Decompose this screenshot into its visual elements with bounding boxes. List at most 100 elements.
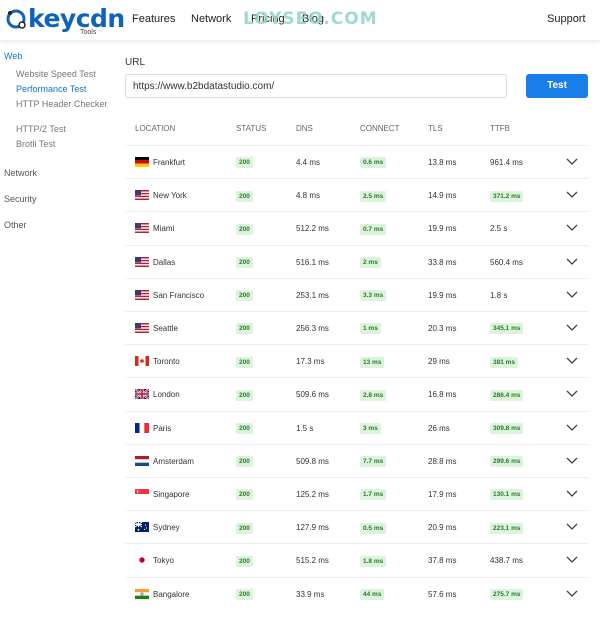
status-cell: 200 bbox=[236, 345, 253, 378]
connect-badge: 3.3 ms bbox=[360, 290, 387, 302]
table-row-frankfurt[interactable]: Frankfurt 200 4.4 ms 0.6 ms 13.8 ms 961.… bbox=[125, 145, 588, 178]
sidebar-item-performance-test[interactable]: Performance Test bbox=[16, 84, 111, 94]
connect-badge: 1 ms bbox=[360, 323, 381, 335]
sidebar-item-http-header-checker[interactable]: HTTP Header Checker bbox=[16, 99, 111, 109]
chevron-down-icon[interactable] bbox=[566, 291, 578, 299]
us-flag-icon bbox=[135, 256, 149, 267]
table-row-toronto[interactable]: Toronto 200 17.3 ms 13 ms 29 ms 381 ms bbox=[125, 344, 588, 377]
status-badge: 200 bbox=[236, 555, 253, 567]
status-cell: 200 bbox=[236, 246, 253, 279]
watermark: LOYSEO.COM bbox=[243, 9, 378, 29]
dns-value: 509.6 ms bbox=[296, 390, 329, 400]
sidebar-category-other[interactable]: Other bbox=[4, 220, 27, 230]
sidebar-item-brotli-test[interactable]: Brotli Test bbox=[16, 139, 111, 149]
ttfb-value: 2.5 s bbox=[490, 224, 508, 234]
connect-badge: 2 ms bbox=[360, 256, 381, 268]
chevron-down-icon[interactable] bbox=[566, 357, 578, 365]
sidebar-item-http2-test[interactable]: HTTP/2 Test bbox=[16, 124, 111, 134]
ttfb-cell: 345.1 ms bbox=[490, 312, 524, 345]
chevron-down-icon[interactable] bbox=[566, 191, 578, 199]
dns-value: 127.9 ms bbox=[296, 523, 329, 533]
status-badge: 200 bbox=[236, 323, 253, 335]
status-badge: 200 bbox=[236, 456, 253, 468]
table-row-sydney[interactable]: Sydney 200 127.9 ms 0.5 ms 20.9 ms 223.1… bbox=[125, 510, 588, 543]
status-badge: 200 bbox=[236, 422, 253, 434]
ttfb-cell: 299.6 ms bbox=[490, 445, 524, 478]
chevron-down-icon[interactable] bbox=[566, 556, 578, 564]
ttfb-badge: 309.8 ms bbox=[490, 422, 524, 434]
status-badge: 200 bbox=[236, 190, 253, 202]
table-row-miami[interactable]: Miami 200 512.2 ms 0.7 ms 19.9 ms 2.5 s bbox=[125, 211, 588, 244]
table-row-dallas[interactable]: Dallas 200 516.1 ms 2 ms 33.8 ms 560.4 m… bbox=[125, 244, 588, 279]
connect-cell: 3.3 ms bbox=[360, 279, 387, 312]
ttfb-cell: 961.4 ms bbox=[490, 146, 523, 179]
jp-flag-icon bbox=[135, 555, 149, 566]
tls-value: 17.9 ms bbox=[428, 490, 457, 499]
status-cell: 200 bbox=[236, 279, 253, 312]
chevron-down-icon[interactable] bbox=[566, 390, 578, 398]
status-cell: 200 bbox=[236, 445, 253, 478]
ttfb-badge: 130.1 ms bbox=[490, 489, 524, 501]
sidebar-item-website-speed-test[interactable]: Website Speed Test bbox=[16, 69, 111, 79]
status-cell: 200 bbox=[236, 412, 253, 445]
status-badge: 200 bbox=[236, 588, 253, 600]
connect-badge: 3 ms bbox=[360, 422, 381, 434]
ttfb-badge: 286.4 ms bbox=[490, 389, 524, 401]
table-row-singapore[interactable]: Singapore 200 125.2 ms 1.7 ms 17.9 ms 13… bbox=[125, 477, 588, 510]
chevron-down-icon[interactable] bbox=[566, 490, 578, 498]
chevron-down-icon[interactable] bbox=[566, 457, 578, 465]
table-row-san-francisco[interactable]: San Francisco 200 253.1 ms 3.3 ms 19.9 m… bbox=[125, 277, 588, 312]
logo-text: keycdn bbox=[28, 4, 125, 33]
sidebar-category-web[interactable]: Web bbox=[4, 51, 22, 61]
status-badge: 200 bbox=[236, 356, 253, 368]
ttfb-value: 1.8 s bbox=[490, 290, 508, 300]
tls-value: 20.9 ms bbox=[428, 523, 457, 533]
table-row-tokyo[interactable]: Tokyo 200 515.2 ms 1.8 ms 37.8 ms 438.7 … bbox=[125, 543, 588, 576]
location-name: Dallas bbox=[153, 257, 176, 267]
column-header-ttfb: TTFB bbox=[490, 124, 510, 133]
logo-mark-icon bbox=[6, 9, 26, 29]
gb-flag-icon bbox=[135, 389, 149, 400]
keycdn-logo[interactable]: keycdn Tools bbox=[6, 6, 125, 38]
table-row-new-york[interactable]: New York 200 4.8 ms 2.5 ms 14.9 ms 371.2… bbox=[125, 178, 588, 211]
connect-cell: 1.8 ms bbox=[360, 544, 387, 577]
sidebar-category-network[interactable]: Network bbox=[4, 168, 37, 178]
connect-cell: 7.7 ms bbox=[360, 445, 387, 478]
ttfb-badge: 223.1 ms bbox=[490, 522, 524, 534]
nav-network[interactable]: Network bbox=[191, 13, 231, 25]
url-input[interactable] bbox=[125, 74, 507, 98]
column-header-connect: CONNECT bbox=[360, 124, 400, 133]
table-row-paris[interactable]: Paris 200 1.5 s 3 ms 26 ms 309.8 ms bbox=[125, 410, 588, 445]
connect-cell: 44 ms bbox=[360, 578, 385, 611]
tls-value: 20.3 ms bbox=[428, 324, 457, 333]
chevron-down-icon[interactable] bbox=[566, 158, 578, 166]
nav-support[interactable]: Support bbox=[547, 13, 586, 25]
chevron-down-icon[interactable] bbox=[566, 523, 578, 531]
chevron-down-icon[interactable] bbox=[566, 224, 578, 232]
table-row-amsterdam[interactable]: Amsterdam 200 509.8 ms 7.7 ms 28.8 ms 29… bbox=[125, 443, 588, 478]
test-button[interactable]: Test bbox=[526, 74, 588, 98]
connect-cell: 1 ms bbox=[360, 312, 381, 345]
ttfb-cell: 275.7 ms bbox=[490, 578, 524, 611]
ttfb-cell: 371.2 ms bbox=[490, 179, 524, 212]
connect-cell: 0.5 ms bbox=[360, 511, 387, 544]
table-row-seattle[interactable]: Seattle 200 256.3 ms 1 ms 20.3 ms 345.1 … bbox=[125, 311, 588, 344]
chevron-down-icon[interactable] bbox=[566, 258, 578, 266]
chevron-down-icon[interactable] bbox=[566, 590, 578, 598]
ttfb-value: 560.4 ms bbox=[490, 257, 523, 267]
column-header-tls: TLS bbox=[428, 124, 443, 133]
dns-value: 512.2 ms bbox=[296, 224, 329, 234]
us-flag-icon bbox=[135, 223, 149, 234]
sg-flag-icon bbox=[135, 489, 149, 499]
top-header: keycdn Tools Features Network Pricing Bl… bbox=[0, 0, 600, 40]
location-name: Singapore bbox=[153, 490, 190, 499]
chevron-down-icon[interactable] bbox=[566, 324, 578, 332]
sidebar-category-security[interactable]: Security bbox=[4, 194, 37, 204]
column-header-location: LOCATION bbox=[135, 124, 176, 133]
table-row-bangalore[interactable]: Bangalore 200 33.9 ms 44 ms 57.6 ms 275.… bbox=[125, 576, 588, 611]
nav-features[interactable]: Features bbox=[132, 13, 175, 25]
table-row-london[interactable]: London 200 509.6 ms 2.8 ms 16.8 ms 286.4… bbox=[125, 377, 588, 410]
chevron-down-icon[interactable] bbox=[566, 424, 578, 432]
tls-value: 28.8 ms bbox=[428, 456, 457, 466]
status-badge: 200 bbox=[236, 157, 253, 169]
